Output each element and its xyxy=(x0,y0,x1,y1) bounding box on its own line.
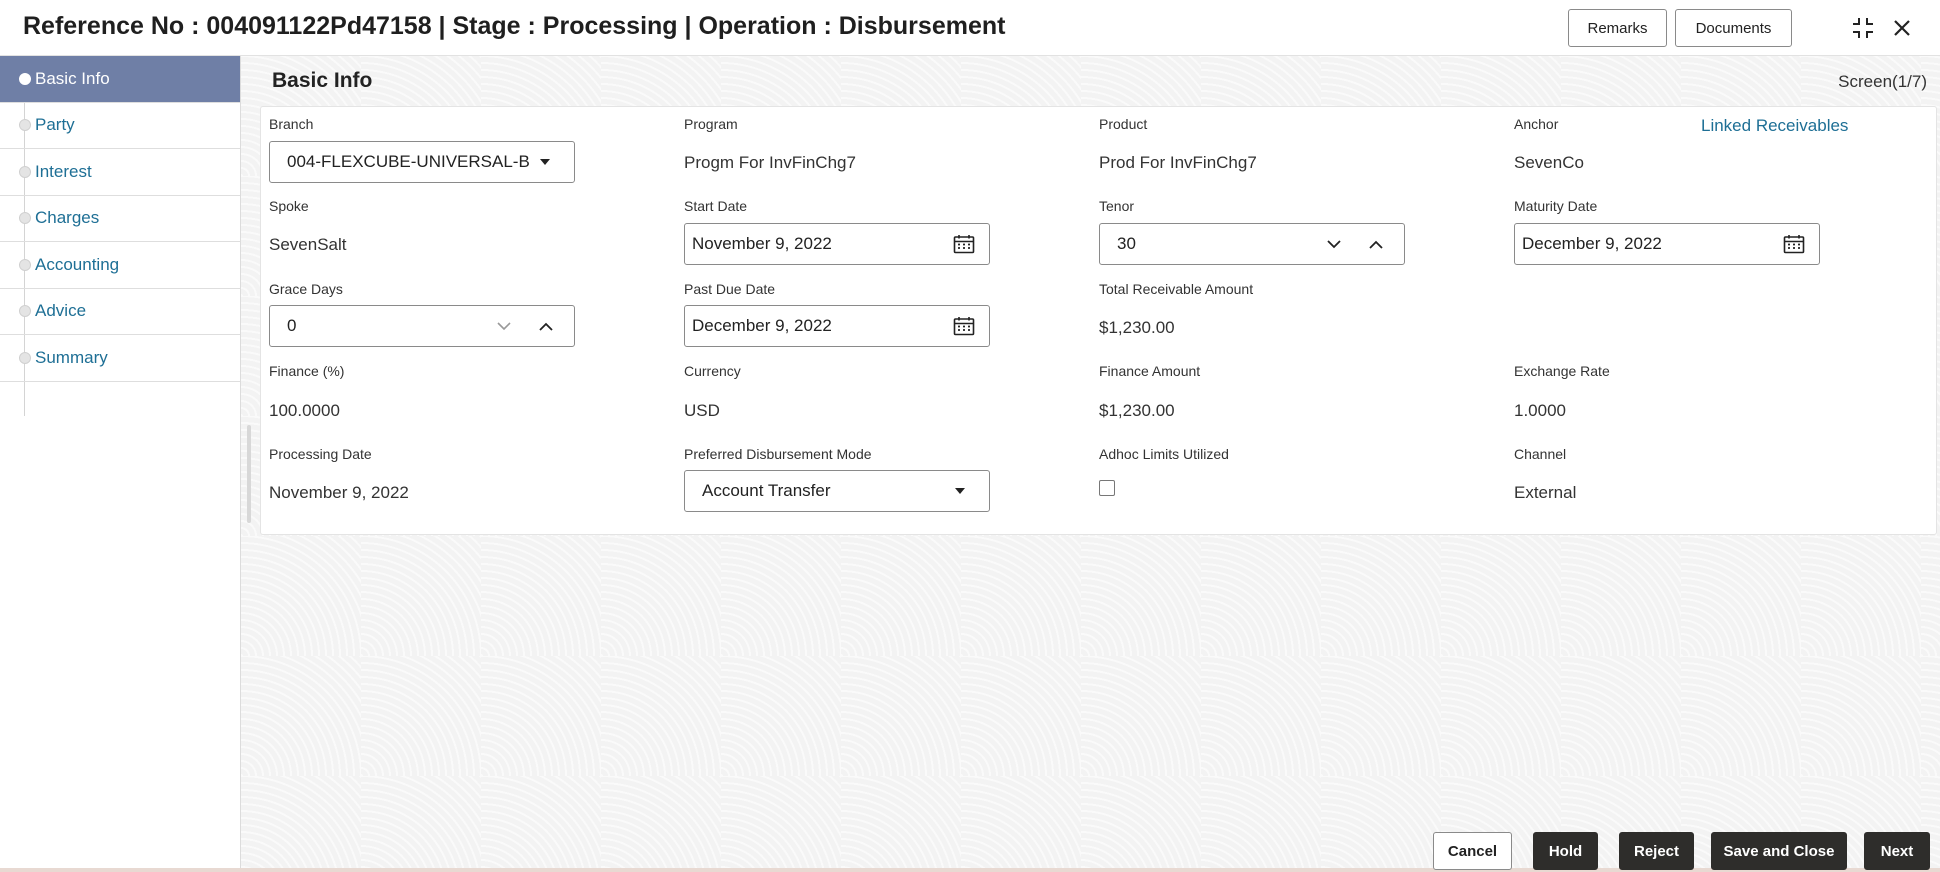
grace-days-value: 0 xyxy=(287,316,297,335)
finance-pct-label: Finance (%) xyxy=(269,363,345,379)
page-header-title: Reference No : 004091122Pd47158 | Stage … xyxy=(23,12,1006,40)
channel-label: Channel xyxy=(1514,446,1567,462)
disbursement-mode-value: Account Transfer xyxy=(702,481,831,500)
sidebar-item-label: Party xyxy=(35,115,75,135)
maturity-date-input[interactable]: December 9, 2022 xyxy=(1514,223,1820,265)
save-and-close-button[interactable]: Save and Close xyxy=(1711,832,1847,870)
sidebar-item-party[interactable]: Party xyxy=(0,103,240,149)
spoke-label: Spoke xyxy=(269,198,309,214)
tenor-stepper[interactable]: 30 xyxy=(1099,223,1405,265)
sidebar-item-charges[interactable]: Charges xyxy=(0,196,240,242)
cancel-button[interactable]: Cancel xyxy=(1433,832,1512,870)
spoke-value: SevenSalt xyxy=(269,235,347,254)
chevron-down-icon[interactable] xyxy=(489,311,519,341)
remarks-button[interactable]: Remarks xyxy=(1568,9,1667,47)
screen-indicator: Screen(1/7) xyxy=(1838,72,1927,91)
past-due-date-input[interactable]: December 9, 2022 xyxy=(684,305,990,347)
disbursement-mode-select[interactable]: Account Transfer xyxy=(684,470,990,512)
step-dot-icon xyxy=(19,258,31,271)
panel-resize-handle[interactable] xyxy=(247,425,251,523)
maturity-date-label: Maturity Date xyxy=(1514,198,1598,214)
calendar-icon[interactable] xyxy=(1779,229,1809,259)
hold-button[interactable]: Hold xyxy=(1533,832,1598,870)
grace-days-label: Grace Days xyxy=(269,281,343,297)
sidebar-item-advice[interactable]: Advice xyxy=(0,289,240,335)
tenor-value: 30 xyxy=(1117,234,1136,253)
finance-pct-value: 100.0000 xyxy=(269,401,340,420)
adhoc-limits-checkbox[interactable] xyxy=(1099,480,1115,496)
branch-value: 004-FLEXCUBE-UNIVERSAL-B xyxy=(287,152,530,171)
sidebar-item-summary[interactable]: Summary xyxy=(0,335,240,382)
sidebar-item-interest[interactable]: Interest xyxy=(0,149,240,196)
anchor-label: Anchor xyxy=(1514,116,1559,132)
header-bar: Reference No : 004091122Pd47158 | Stage … xyxy=(0,0,1940,56)
past-due-date-label: Past Due Date xyxy=(684,281,776,297)
reject-button[interactable]: Reject xyxy=(1619,832,1694,870)
step-dot-icon xyxy=(19,212,31,225)
sidebar-nav: Basic Info Party Interest Charges Accoun… xyxy=(0,56,241,872)
currency-value: USD xyxy=(684,401,720,420)
adhoc-limits-label: Adhoc Limits Utilized xyxy=(1099,446,1229,462)
branch-label: Branch xyxy=(269,116,314,132)
finance-amount-label: Finance Amount xyxy=(1099,363,1201,379)
program-label: Program xyxy=(684,116,738,132)
currency-label: Currency xyxy=(684,363,741,379)
start-date-label: Start Date xyxy=(684,198,748,214)
section-title: Basic Info xyxy=(272,69,373,92)
sidebar-item-label: Basic Info xyxy=(35,68,110,88)
minimize-icon[interactable] xyxy=(1846,11,1880,45)
documents-button[interactable]: Documents xyxy=(1675,9,1792,47)
total-receivable-value: $1,230.00 xyxy=(1099,318,1175,337)
caret-down-icon xyxy=(945,476,975,506)
sidebar-item-label: Summary xyxy=(35,347,108,367)
calendar-icon[interactable] xyxy=(949,311,979,341)
past-due-date-value: December 9, 2022 xyxy=(692,316,832,335)
start-date-value: November 9, 2022 xyxy=(692,234,832,253)
step-dot-icon xyxy=(19,351,31,364)
program-value: Progm For InvFinChg7 xyxy=(684,153,856,172)
chevron-down-icon[interactable] xyxy=(1319,229,1349,259)
processing-date-label: Processing Date xyxy=(269,446,372,462)
step-dot-icon xyxy=(19,72,31,85)
step-dot-icon xyxy=(19,119,31,132)
chevron-up-icon[interactable] xyxy=(531,311,561,341)
maturity-date-value: December 9, 2022 xyxy=(1522,234,1662,253)
step-dot-icon xyxy=(19,165,31,178)
finance-amount-value: $1,230.00 xyxy=(1099,401,1175,420)
start-date-input[interactable]: November 9, 2022 xyxy=(684,223,990,265)
exchange-rate-value: 1.0000 xyxy=(1514,401,1566,420)
tenor-label: Tenor xyxy=(1099,198,1135,214)
sidebar-item-label: Interest xyxy=(35,161,92,181)
total-receivable-label: Total Receivable Amount xyxy=(1099,281,1254,297)
sidebar-item-label: Charges xyxy=(35,208,100,228)
disbursement-mode-label: Preferred Disbursement Mode xyxy=(684,446,872,462)
step-dot-icon xyxy=(19,305,31,318)
channel-value: External xyxy=(1514,483,1577,502)
next-button[interactable]: Next xyxy=(1864,832,1930,870)
linked-receivables-link[interactable]: Linked Receivables xyxy=(1701,116,1848,136)
calendar-icon[interactable] xyxy=(949,229,979,259)
chevron-up-icon[interactable] xyxy=(1361,229,1391,259)
processing-date-value: November 9, 2022 xyxy=(269,483,409,502)
close-icon[interactable] xyxy=(1885,11,1919,45)
exchange-rate-label: Exchange Rate xyxy=(1514,363,1610,379)
anchor-value: SevenCo xyxy=(1514,153,1584,172)
product-value: Prod For InvFinChg7 xyxy=(1099,153,1257,172)
grace-days-stepper[interactable]: 0 xyxy=(269,305,575,347)
sidebar-item-basic-info[interactable]: Basic Info xyxy=(0,56,240,103)
caret-down-icon xyxy=(530,147,560,177)
sidebar-item-label: Advice xyxy=(35,301,87,321)
branch-select[interactable]: 004-FLEXCUBE-UNIVERSAL-B xyxy=(269,141,575,183)
sidebar-item-label: Accounting xyxy=(35,254,120,274)
product-label: Product xyxy=(1099,116,1148,132)
sidebar-item-accounting[interactable]: Accounting xyxy=(0,242,240,289)
